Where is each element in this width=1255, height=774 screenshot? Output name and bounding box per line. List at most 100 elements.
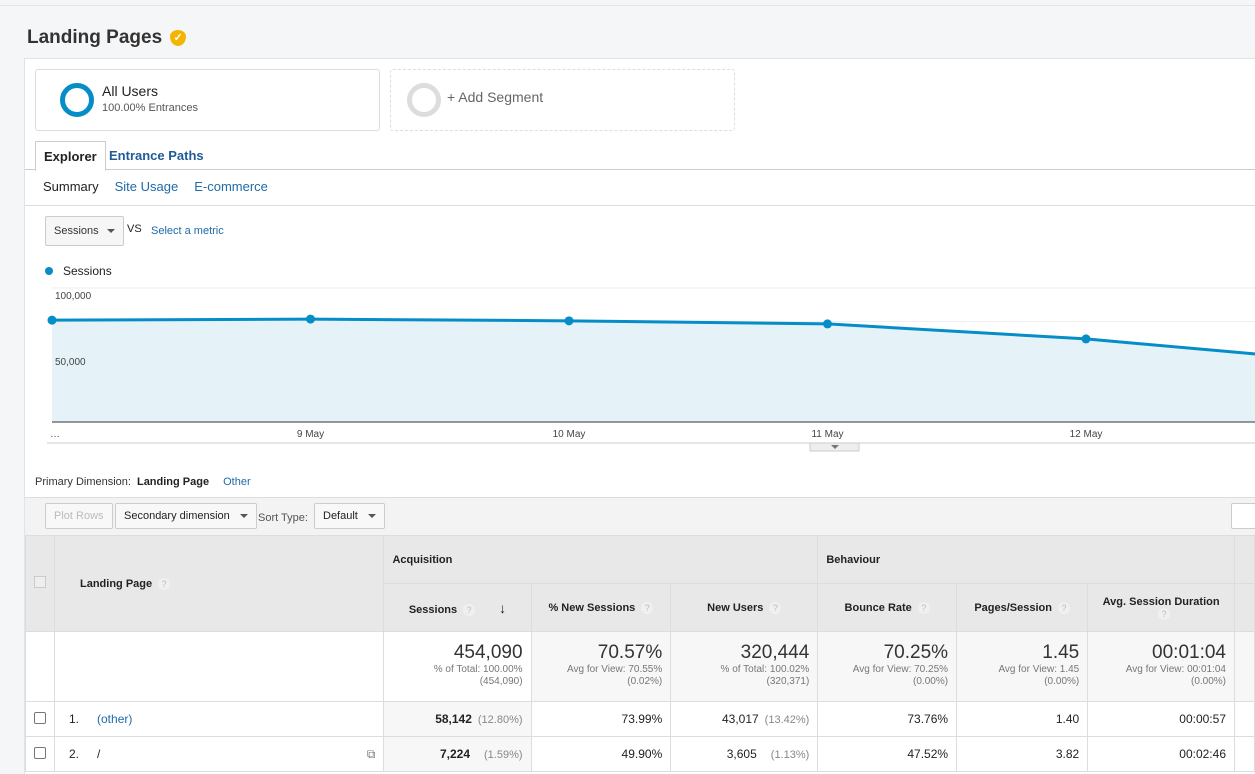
total-avg-duration: 00:01:04 Avg for View: 00:01:04 (0.00%): [1087, 631, 1235, 702]
segment-name: All Users: [102, 83, 159, 99]
subtabs: Summary Site Usage E-commerce: [43, 179, 268, 194]
row-number: 2.: [69, 746, 80, 761]
col-label: Sessions: [408, 603, 458, 616]
segment-all-users[interactable]: All Users 100.00% Entrances: [35, 69, 380, 131]
subtab-summary[interactable]: Summary: [43, 179, 99, 194]
sessions-pct: (1.59%): [484, 749, 523, 761]
select-all-checkbox[interactable]: [34, 576, 46, 588]
total-value: 00:01:04: [1152, 642, 1226, 663]
header-more: [1234, 583, 1255, 632]
open-external-icon[interactable]: ⧉: [367, 747, 376, 762]
total-bounce-rate: 70.25% Avg for View: 70.25% (0.00%): [817, 631, 958, 702]
new-users-value: 43,017: [721, 712, 759, 726]
x-tick-label: 9 May: [297, 429, 324, 440]
subtab-ecommerce[interactable]: E-commerce: [194, 179, 268, 194]
row-checkbox[interactable]: [34, 711, 46, 724]
help-icon[interactable]: ?: [158, 577, 171, 590]
sessions-cell: 58,142 (12.80%): [383, 701, 532, 737]
new-users-pct: (13.42%): [764, 714, 810, 726]
new-users-value: 3,605: [726, 747, 757, 761]
total-note: % of Total: 100.00%: [433, 664, 523, 675]
bounce-rate-cell: 73.76%: [817, 701, 958, 737]
new-users-cell: 3,605 (1.13%): [670, 736, 819, 772]
subtab-site-usage[interactable]: Site Usage: [115, 179, 179, 194]
pages-session-cell: 1.40: [956, 701, 1089, 737]
new-users-pct: (1.13%): [770, 749, 810, 761]
data-point: [1081, 334, 1091, 344]
row-checkbox-cell: [25, 736, 55, 772]
total-new-sessions: 70.57% Avg for View: 70.55% (0.02%): [530, 631, 672, 702]
x-tick-label: …: [50, 429, 60, 440]
sessions-value: 58,142: [435, 712, 472, 726]
header-avg-session-duration[interactable]: Avg. Session Duration?: [1087, 583, 1235, 632]
help-icon[interactable]: ?: [917, 601, 930, 614]
row-checkbox[interactable]: [34, 746, 46, 759]
sessions-pct: (12.80%): [477, 714, 523, 726]
help-icon[interactable]: ?: [641, 601, 654, 614]
sessions-area: [52, 319, 1255, 422]
chart-legend: Sessions: [45, 264, 112, 278]
totals-empty: [1234, 631, 1255, 702]
total-sessions: 454,090% of Total: 100.00% (454,090): [383, 631, 532, 702]
total-note: (0.00%): [913, 676, 949, 687]
header-new-sessions[interactable]: % New Sessions?: [530, 583, 672, 632]
bounce-rate-cell: 47.52%: [817, 736, 958, 772]
top-divider: [0, 5, 1255, 6]
header-pages-session[interactable]: Pages/Session?: [956, 583, 1089, 632]
landing-page-cell: 2. / ⧉: [53, 736, 385, 772]
totals-empty: [53, 631, 385, 702]
add-segment-button[interactable]: + Add Segment: [390, 69, 735, 131]
sort-down-arrow-icon: ↓: [499, 599, 507, 616]
help-icon[interactable]: ?: [1158, 607, 1171, 620]
landing-page-link[interactable]: (other): [97, 712, 132, 726]
x-tick-label: 12 May: [1070, 429, 1103, 440]
y-tick-label: 100,000: [55, 291, 92, 302]
header-bounce-rate[interactable]: Bounce Rate?: [817, 583, 958, 632]
group-behaviour: Behaviour: [817, 535, 1235, 584]
table-toolbar: Plot Rows Secondary dimension Sort Type:…: [25, 497, 1255, 535]
help-icon[interactable]: ?: [1057, 601, 1070, 614]
help-icon[interactable]: ?: [769, 601, 782, 614]
group-acquisition: Acquisition: [383, 535, 819, 584]
select-metric-link[interactable]: Select a metric: [151, 225, 224, 237]
sort-type-label: Sort Type:: [258, 512, 308, 524]
verified-badge-icon: ✓: [170, 30, 187, 46]
total-note: (0.00%): [1190, 676, 1226, 687]
page-title: Landing Pages ✓: [27, 27, 187, 49]
group-conversions: [1234, 535, 1255, 584]
total-value: 70.25%: [883, 642, 949, 663]
empty-ring-icon: [407, 83, 441, 117]
header-sessions[interactable]: Sessions? ↓: [383, 583, 532, 632]
page-title-text: Landing Pages: [27, 27, 163, 48]
extra-cell: [1234, 701, 1255, 737]
header-landing-page[interactable]: Landing Page?: [53, 535, 385, 632]
secondary-dimension-label: Secondary dimension: [124, 510, 230, 522]
new-sessions-cell: 73.99%: [530, 701, 672, 737]
plot-rows-button[interactable]: Plot Rows: [45, 503, 113, 529]
tab-explorer[interactable]: Explorer: [35, 141, 106, 171]
x-tick-label: 10 May: [553, 429, 586, 440]
sort-type-select[interactable]: Default: [314, 503, 385, 529]
landing-page-header-label: Landing Page: [80, 577, 153, 590]
extra-cell: [1234, 736, 1255, 772]
select-all-cell: [25, 535, 55, 632]
total-note: Avg for View: 70.55%: [567, 664, 663, 675]
help-icon[interactable]: ?: [463, 603, 476, 616]
landing-page-link[interactable]: /: [97, 747, 100, 761]
secondary-dimension-select[interactable]: Secondary dimension: [115, 503, 257, 529]
segment-detail: 100.00% Entrances: [102, 102, 199, 114]
metric-select[interactable]: Sessions: [45, 216, 124, 246]
landing-page-cell: 1. (other): [53, 701, 385, 737]
data-point: [47, 315, 57, 325]
sessions-value: 7,224: [439, 747, 470, 761]
dimension-other-dropdown[interactable]: Other: [223, 476, 251, 488]
search-box[interactable]: [1231, 503, 1255, 529]
tab-entrance-paths[interactable]: Entrance Paths: [101, 141, 212, 171]
col-label: Pages/Session: [974, 601, 1052, 614]
header-new-users[interactable]: New Users?: [670, 583, 819, 632]
totals-row: 454,090% of Total: 100.00% (454,090) 70.5…: [25, 631, 1255, 702]
primary-dimension: Primary Dimension: Landing Page Other: [35, 476, 251, 488]
data-point: [564, 316, 574, 326]
dimension-landing-page[interactable]: Landing Page: [137, 476, 209, 488]
caret-down-icon: [367, 514, 376, 518]
